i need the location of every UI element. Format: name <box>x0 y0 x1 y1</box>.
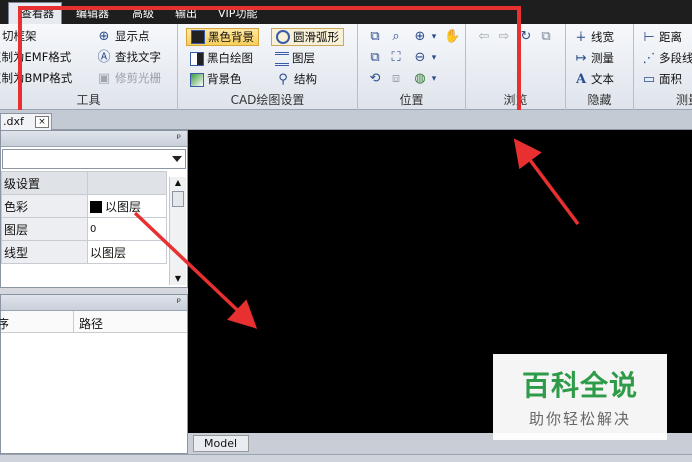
watermark-subtitle: 助你轻松解决 <box>528 410 631 428</box>
arrow-to-ribbon <box>513 138 580 226</box>
watermark: 百科全说 助你轻松解决 <box>493 354 667 440</box>
watermark-title: 百科全说 <box>521 369 638 402</box>
tab-model[interactable]: Model <box>193 435 249 452</box>
arrow-to-canvas <box>133 211 258 329</box>
status-bar <box>0 454 692 462</box>
